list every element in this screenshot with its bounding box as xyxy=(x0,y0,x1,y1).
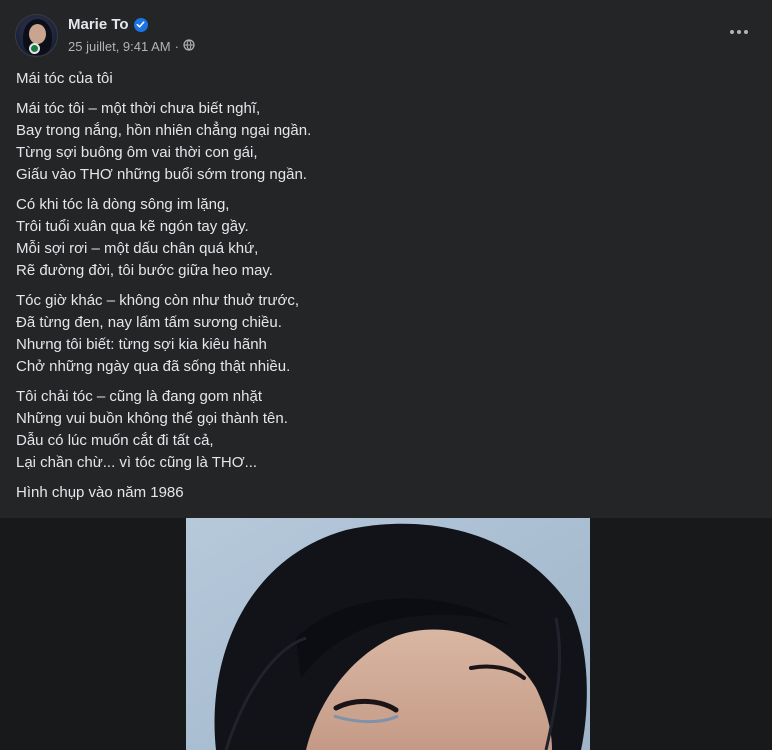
poem-stanza-4: Tôi chải tóc – cũng là đang gom nhặt Nhữ… xyxy=(16,386,756,474)
post-text: Mái tóc của tôi Mái tóc tôi – một thời c… xyxy=(16,68,756,504)
poem-line: Từng sợi buông ôm vai thời con gái, xyxy=(16,144,258,161)
story-ring-icon xyxy=(29,43,40,54)
poem-line: Nhưng tôi biết: từng sợi kia kiêu hãnh xyxy=(16,336,267,353)
author-name-row: Marie To xyxy=(68,16,148,33)
photo-caption: Hình chụp vào năm 1986 xyxy=(16,484,184,501)
poem-line: Đã từng đen, nay lấm tấm sương chiều. xyxy=(16,314,282,331)
poem-line: Những vui buồn không thể gọi thành tên. xyxy=(16,410,288,427)
poem-line: Có khi tóc là dòng sông im lặng, xyxy=(16,196,230,213)
verified-badge-icon xyxy=(133,17,148,32)
poem-line: Lại chần chừ... vì tóc cũng là THƠ... xyxy=(16,454,258,471)
post-photo[interactable] xyxy=(186,518,590,750)
poem-stanza-1: Mái tóc tôi – một thời chưa biết nghĩ, B… xyxy=(16,98,756,186)
poem-line: Rẽ đường đời, tôi bước giữa heo may. xyxy=(16,262,273,279)
poem-stanza-3: Tóc giờ khác – không còn như thuở trước,… xyxy=(16,290,756,378)
poem-title: Mái tóc của tôi xyxy=(16,70,113,87)
globe-icon[interactable] xyxy=(183,39,195,54)
poem-line: Trôi tuổi xuân qua kẽ ngón tay gầy. xyxy=(16,218,249,235)
poem-line: Giấu vào THƠ những buổi sớm trong ngần. xyxy=(16,166,307,183)
poem-line: Chở những ngày qua đã sống thật nhiều. xyxy=(16,358,291,375)
more-options-icon[interactable] xyxy=(725,22,753,42)
photo-container xyxy=(0,518,772,750)
poem-stanza-2: Có khi tóc là dòng sông im lặng, Trôi tu… xyxy=(16,194,756,282)
poem-line: Mái tóc tôi – một thời chưa biết nghĩ, xyxy=(16,100,261,117)
post-timestamp[interactable]: 25 juillet, 9:41 AM xyxy=(68,39,171,54)
poem-line: Tôi chải tóc – cũng là đang gom nhặt xyxy=(16,388,262,405)
post-meta: 25 juillet, 9:41 AM · xyxy=(68,39,195,54)
author-avatar[interactable] xyxy=(15,14,58,57)
meta-separator: · xyxy=(174,39,179,54)
poem-line: Dẫu có lúc muốn cắt đi tất cả, xyxy=(16,432,214,449)
poem-line: Tóc giờ khác – không còn như thuở trước, xyxy=(16,292,300,309)
poem-line: Mỗi sợi rơi – một dấu chân quá khứ, xyxy=(16,240,259,257)
post-header: Marie To 25 juillet, 9:41 AM · xyxy=(15,14,757,58)
post-card: Marie To 25 juillet, 9:41 AM · Mái tóc c… xyxy=(0,0,772,750)
poem-line: Bay trong nắng, hồn nhiên chẳng ngại ngầ… xyxy=(16,122,312,139)
author-name[interactable]: Marie To xyxy=(68,16,129,33)
